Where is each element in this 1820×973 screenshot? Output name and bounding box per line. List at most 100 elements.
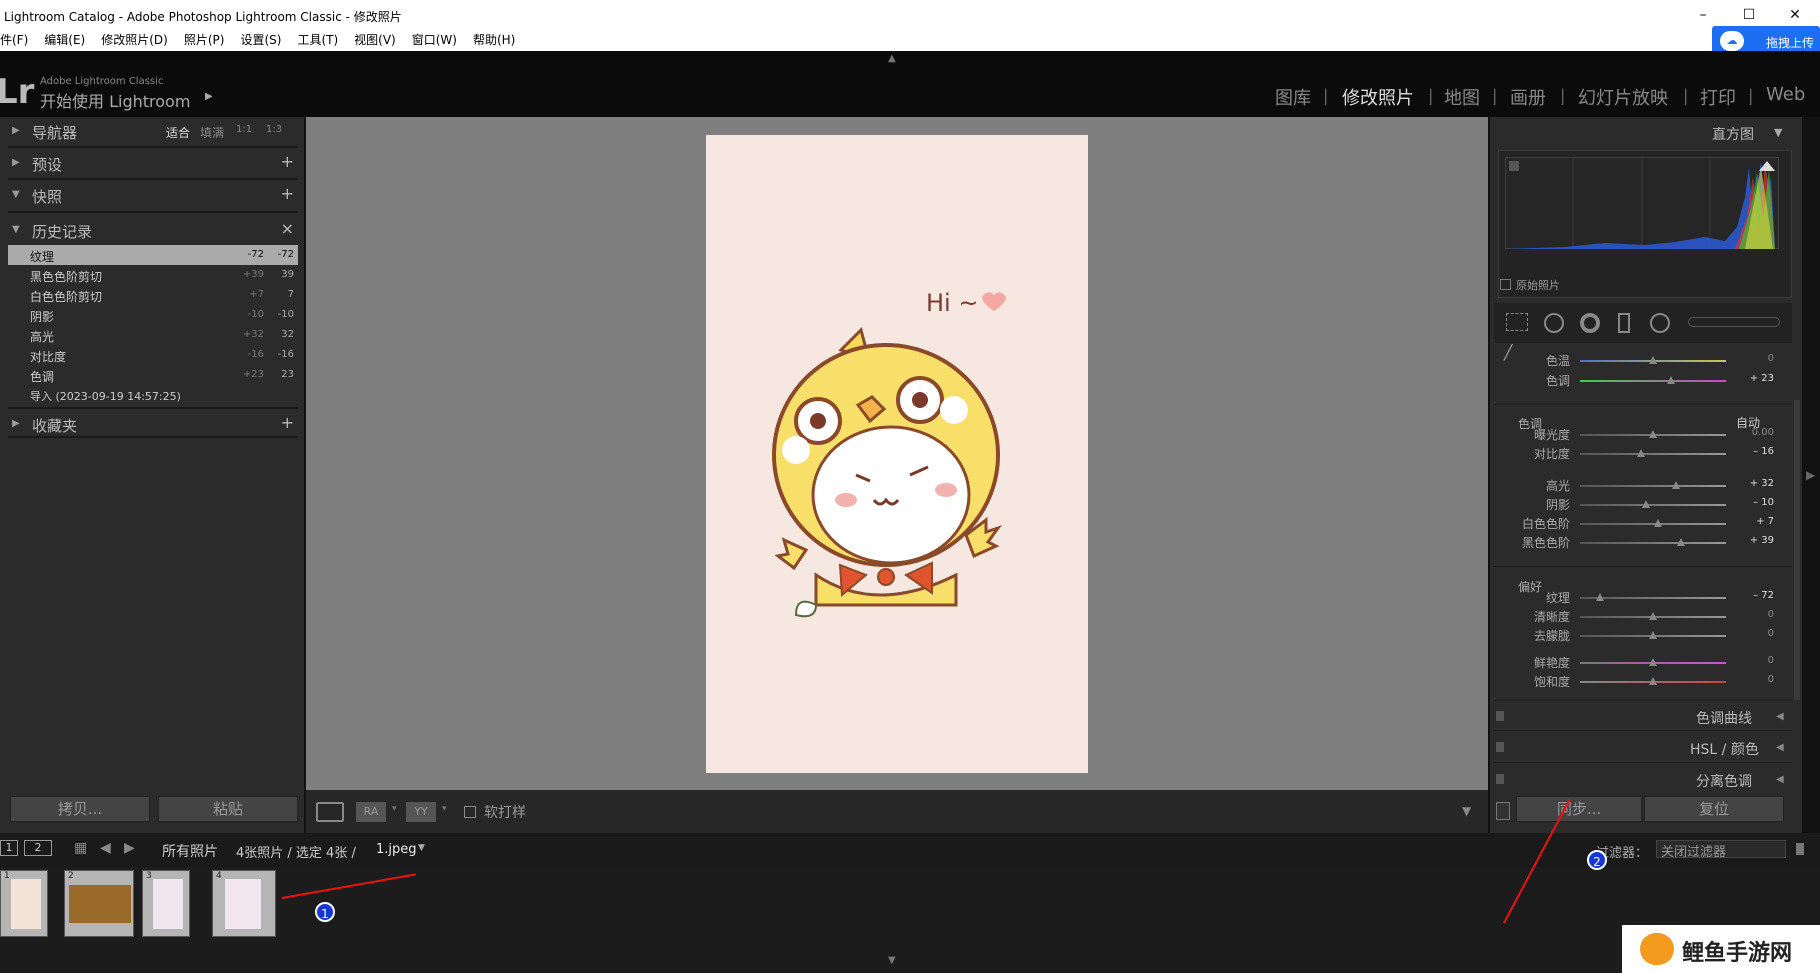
tone-curve-header[interactable]: 色调曲线 [1696,708,1752,728]
spot-removal-icon[interactable] [1544,313,1564,333]
nav-1-3[interactable]: 1:3 [266,124,282,135]
snapshots-header[interactable]: ▼ 快照 + [0,181,300,211]
filter-select[interactable]: 关闭过滤器 [1656,840,1786,860]
slider-value[interactable]: + 7 [1734,516,1774,527]
collapse-bottom-icon[interactable]: ▼ [888,955,896,966]
history-row[interactable]: 阴影 -10 -10 [8,305,298,325]
slider-value[interactable]: – 72 [1734,590,1774,601]
menu-edit[interactable]: 编辑(E) [44,30,85,51]
clear-history-icon[interactable]: × [281,219,294,238]
original-photo-checkbox[interactable] [1500,279,1511,290]
forward-arrow-icon[interactable]: ▶ [124,840,135,856]
history-row[interactable]: 高光 +32 32 [8,325,298,345]
module-web[interactable]: Web [1766,84,1805,105]
menu-window[interactable]: 窗口(W) [412,30,457,51]
history-row[interactable]: 纹理 -72 -72 [8,245,298,265]
crop-icon[interactable] [1506,313,1528,331]
module-book[interactable]: 画册 [1510,84,1546,110]
split-toning-header[interactable]: 分离色调 [1696,771,1752,791]
slider-value[interactable]: 0 [1734,628,1774,639]
film-thumb[interactable]: 3 [142,870,190,937]
toggle-switch-icon[interactable] [1496,742,1504,752]
source-label[interactable]: 所有照片 [162,841,218,861]
nav-fill[interactable]: 填满 [200,124,224,141]
slider-value[interactable]: + 32 [1734,478,1774,489]
module-map[interactable]: 地图 [1444,84,1480,110]
copy-button[interactable]: 拷贝... [10,796,150,822]
nav-fit[interactable]: 适合 [166,124,190,141]
slider-value[interactable]: 0 [1734,609,1774,620]
back-arrow-icon[interactable]: ◀ [100,840,111,856]
slider-value[interactable]: + 39 [1734,535,1774,546]
history-row[interactable]: 白色色阶剪切 +7 7 [8,285,298,305]
module-slideshow[interactable]: 幻灯片放映 [1578,84,1668,110]
slider-value[interactable]: 0 [1734,353,1774,364]
get-started-link[interactable]: 开始使用 Lightroom [40,88,190,112]
module-develop[interactable]: 修改照片 [1342,84,1414,110]
history-row[interactable]: 导入 (2023-09-19 14:57:25) [8,385,298,405]
toggle-switch-icon[interactable] [1496,774,1504,784]
slider-value[interactable]: + 23 [1734,373,1774,384]
menu-photo[interactable]: 照片(P) [184,30,225,51]
auto-button[interactable]: 自动 [1736,414,1760,431]
toolbar-menu-icon[interactable]: ▼ [1462,804,1471,818]
screen-2-button[interactable]: 2 [24,840,52,856]
adjust-slider[interactable] [1580,542,1726,544]
filter-lock-icon[interactable] [1796,843,1804,855]
menu-develop[interactable]: 修改照片(D) [101,30,168,51]
slider-value[interactable]: 0 [1734,655,1774,666]
nav-1-1[interactable]: 1:1 [236,124,252,135]
right-panel-collapse-icon[interactable]: ▶ [1806,468,1815,482]
softproof-checkbox[interactable] [464,806,476,818]
collapse-top-icon[interactable]: ▲ [888,53,896,64]
presets-header[interactable]: ▶ 预设 + [0,149,300,179]
graduated-filter-icon[interactable] [1618,313,1630,333]
menu-file[interactable]: 件(F) [0,30,28,51]
scrollbar[interactable] [1794,400,1800,700]
menu-view[interactable]: 视图(V) [354,30,396,51]
menu-tools[interactable]: 工具(T) [297,30,338,51]
red-eye-icon[interactable] [1580,313,1600,333]
expand-left-icon[interactable]: ◀ [1776,742,1784,753]
history-row[interactable]: 色调 +23 23 [8,365,298,385]
before-after-split-button[interactable]: YY [406,802,436,822]
slider-value[interactable]: 0 [1734,674,1774,685]
film-thumb[interactable]: 2 [64,870,134,937]
history-row[interactable]: 黑色色阶剪切 +39 39 [8,265,298,285]
slider-value[interactable]: – 10 [1734,497,1774,508]
module-library[interactable]: 图库 [1275,84,1311,110]
film-thumb[interactable]: 4 [212,870,276,937]
dropdown-icon[interactable]: ▾ [392,804,397,814]
hsl-header[interactable]: HSL / 颜色 [1690,739,1759,759]
loupe-view-icon[interactable] [316,802,344,822]
film-thumb[interactable]: 1 [0,870,48,937]
dropdown-icon[interactable]: ▾ [442,804,447,814]
before-after-button[interactable]: RA [356,802,386,822]
adjust-slider[interactable] [1580,380,1726,382]
sync-button[interactable]: 同步... [1516,796,1642,822]
history-header[interactable]: ▼ 历史记录 × [0,216,300,246]
adjust-slider[interactable] [1580,523,1726,525]
expand-left-icon[interactable]: ◀ [1776,711,1784,722]
adjust-slider[interactable] [1580,485,1726,487]
brush-slider[interactable] [1688,317,1780,327]
adjust-slider[interactable] [1580,504,1726,506]
adjust-slider[interactable] [1580,453,1726,455]
grid-icon[interactable]: ▦ [74,840,87,856]
history-row[interactable]: 对比度 -16 -16 [8,345,298,365]
menu-settings[interactable]: 设置(S) [240,30,281,51]
menu-help[interactable]: 帮助(H) [473,30,515,51]
toggle-switch-icon[interactable] [1496,711,1504,721]
add-collection-icon[interactable]: + [281,413,294,432]
dropdown-icon[interactable]: ▼ [418,843,425,853]
sync-toggle-icon[interactable] [1496,802,1510,820]
add-preset-icon[interactable]: + [281,152,294,171]
slider-value[interactable]: – 16 [1734,446,1774,457]
add-snapshot-icon[interactable]: + [281,184,294,203]
radial-filter-icon[interactable] [1650,313,1670,333]
module-print[interactable]: 打印 [1700,84,1736,110]
reset-button[interactable]: 复位 [1644,796,1784,822]
paste-button[interactable]: 粘贴 [158,796,298,822]
current-file[interactable]: 1.jpeg [376,842,417,857]
navigator-header[interactable]: ▶ 导航器 [0,117,300,147]
